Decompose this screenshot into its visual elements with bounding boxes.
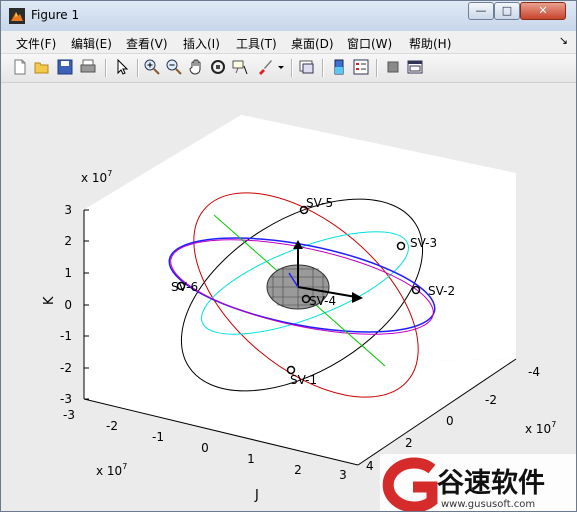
i-tick-label: -4 xyxy=(528,365,540,379)
menu-help[interactable]: 帮助(H) xyxy=(409,35,451,52)
j-tick-label: -3 xyxy=(63,408,75,422)
minimize-button[interactable]: — xyxy=(468,2,494,20)
i-tick-label: 2 xyxy=(405,436,413,450)
menu-bar: 文件(F) 编辑(E) 查看(V) 插入(I) 工具(T) 桌面(D) 窗口(W… xyxy=(1,31,576,54)
watermark-brand: 谷速软件 xyxy=(437,468,545,499)
zoom-out-icon[interactable] xyxy=(165,58,183,76)
close-button[interactable]: ✕ xyxy=(520,2,566,20)
menu-insert[interactable]: 插入(I) xyxy=(183,35,220,52)
sv4-label: SV-4 xyxy=(309,294,336,308)
dock-arrow-icon[interactable]: ↘ xyxy=(559,34,568,47)
sv3-label: SV-3 xyxy=(410,236,437,250)
pan-icon[interactable] xyxy=(187,58,205,76)
sv1-label: SV-1 xyxy=(290,373,317,387)
window-title: Figure 1 xyxy=(31,8,80,22)
z-exponent-label: x 107 xyxy=(81,169,112,185)
title-bar[interactable]: Figure 1 — □ ✕ xyxy=(1,1,576,31)
show-plot-tools-icon[interactable] xyxy=(406,58,424,76)
hide-plot-tools-icon[interactable] xyxy=(384,58,402,76)
chevron-down-icon[interactable] xyxy=(276,58,286,76)
i-tick-label: 4 xyxy=(366,459,374,473)
menu-file[interactable]: 文件(F) xyxy=(16,35,56,52)
back-wall-left xyxy=(83,114,243,400)
j-tick-label: 2 xyxy=(294,463,302,477)
link-plot-icon[interactable] xyxy=(298,58,316,76)
z-tick-label: -1 xyxy=(60,329,72,343)
data-cursor-icon[interactable] xyxy=(231,58,249,76)
j-tick-label: 3 xyxy=(339,468,347,482)
brush-icon[interactable] xyxy=(256,58,274,76)
figure-area: 3 2 1 0 -1 -2 -3 x 107 K -3 -2 -1 0 1 2 … xyxy=(1,83,576,513)
new-figure-icon[interactable] xyxy=(11,58,29,76)
i-tick-label: -2 xyxy=(485,393,497,407)
watermark: 谷速软件 www.gususoft.com xyxy=(380,454,576,513)
j-tick-label: 1 xyxy=(247,452,255,466)
z-axis-label: K xyxy=(42,296,57,305)
rotate-3d-icon[interactable] xyxy=(209,58,227,76)
j-tick-label: -2 xyxy=(106,419,118,433)
menu-window[interactable]: 窗口(W) xyxy=(347,35,392,52)
legend-icon[interactable] xyxy=(352,58,370,76)
matlab-icon xyxy=(9,8,25,24)
print-icon[interactable] xyxy=(79,58,97,76)
j-exponent-label: x 107 xyxy=(96,462,127,478)
z-tick-labels: 3 2 1 0 -1 -2 -3 xyxy=(60,203,72,406)
z-tick-label: -2 xyxy=(60,361,72,375)
sv5-label: SV-5 xyxy=(306,196,333,210)
j-tick-label: 0 xyxy=(201,441,209,455)
z-tick-label: 0 xyxy=(64,298,72,312)
menu-view[interactable]: 查看(V) xyxy=(126,35,168,52)
pointer-icon[interactable] xyxy=(113,58,131,76)
i-tick-label: 0 xyxy=(446,414,454,428)
colorbar-icon[interactable] xyxy=(330,58,348,76)
toolbar xyxy=(1,54,576,83)
z-tick-label: -3 xyxy=(60,392,72,406)
menu-tools[interactable]: 工具(T) xyxy=(236,35,277,52)
sv2-label: SV-2 xyxy=(428,284,455,298)
i-exponent-label: x 107 xyxy=(525,420,556,436)
menu-desktop[interactable]: 桌面(D) xyxy=(291,35,334,52)
j-axis-label: J xyxy=(254,488,259,503)
sv6-label: SV-6 xyxy=(171,280,198,294)
j-tick-label: -1 xyxy=(152,430,164,444)
save-icon[interactable] xyxy=(56,58,74,76)
figure-window: Figure 1 — □ ✕ 文件(F) 编辑(E) 查看(V) 插入(I) 工… xyxy=(0,0,577,513)
z-tick-label: 3 xyxy=(64,203,72,217)
z-tick-label: 2 xyxy=(64,234,72,248)
maximize-button[interactable]: □ xyxy=(494,2,520,20)
zoom-in-icon[interactable] xyxy=(143,58,161,76)
z-tick-label: 1 xyxy=(64,266,72,280)
open-file-icon[interactable] xyxy=(33,58,51,76)
watermark-url: www.gususoft.com xyxy=(441,499,535,510)
menu-edit[interactable]: 编辑(E) xyxy=(71,35,112,52)
plot-3d[interactable]: 3 2 1 0 -1 -2 -3 x 107 K -3 -2 -1 0 1 2 … xyxy=(1,83,576,513)
